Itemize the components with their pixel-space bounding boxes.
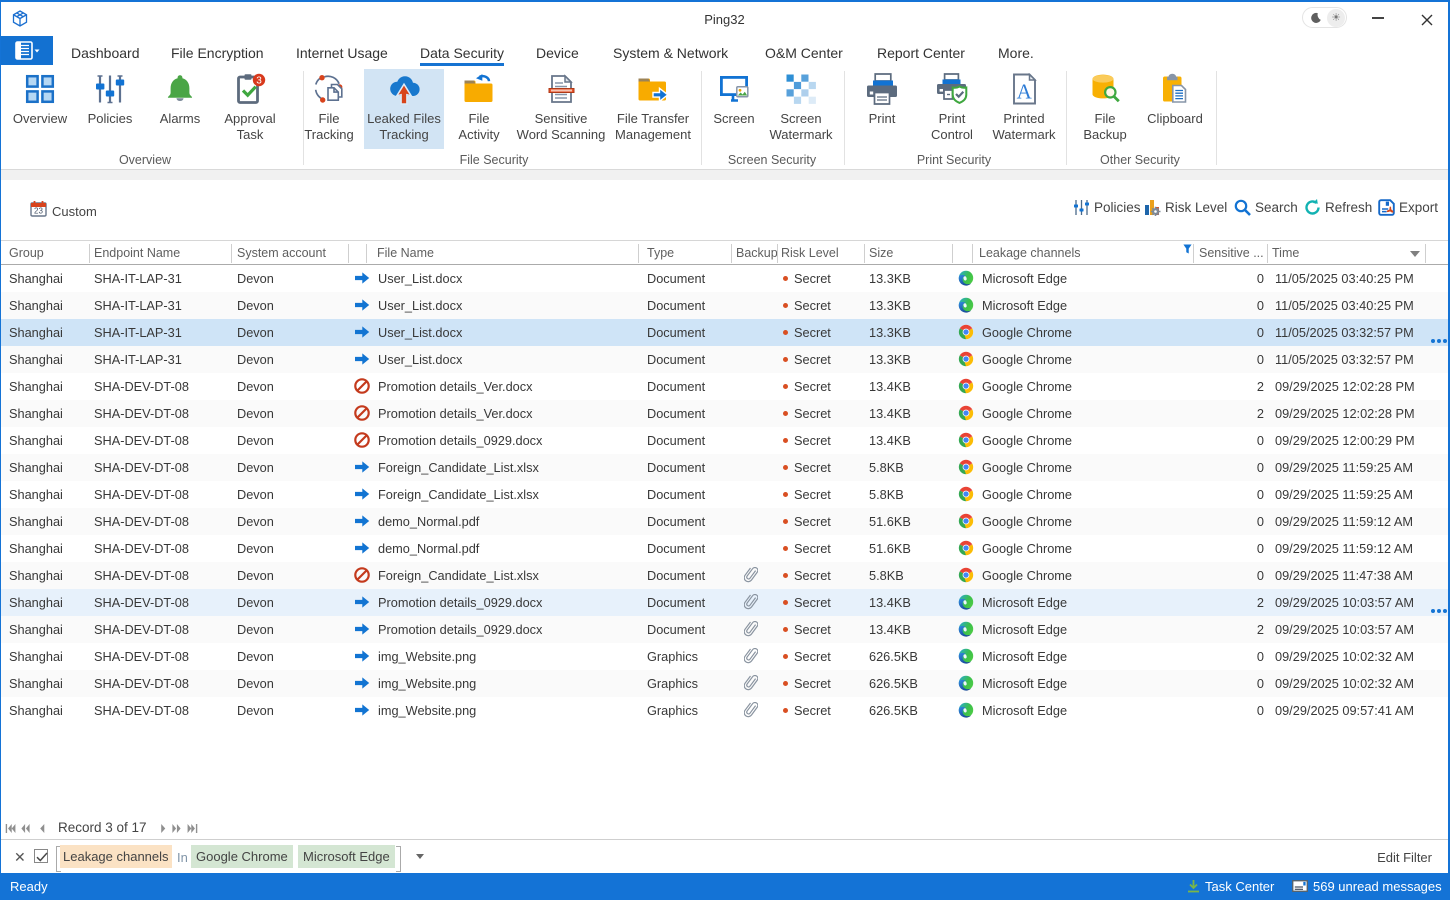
svg-text:A: A	[1017, 80, 1033, 104]
svg-text:3: 3	[256, 76, 262, 87]
svg-text:23: 23	[34, 207, 43, 216]
